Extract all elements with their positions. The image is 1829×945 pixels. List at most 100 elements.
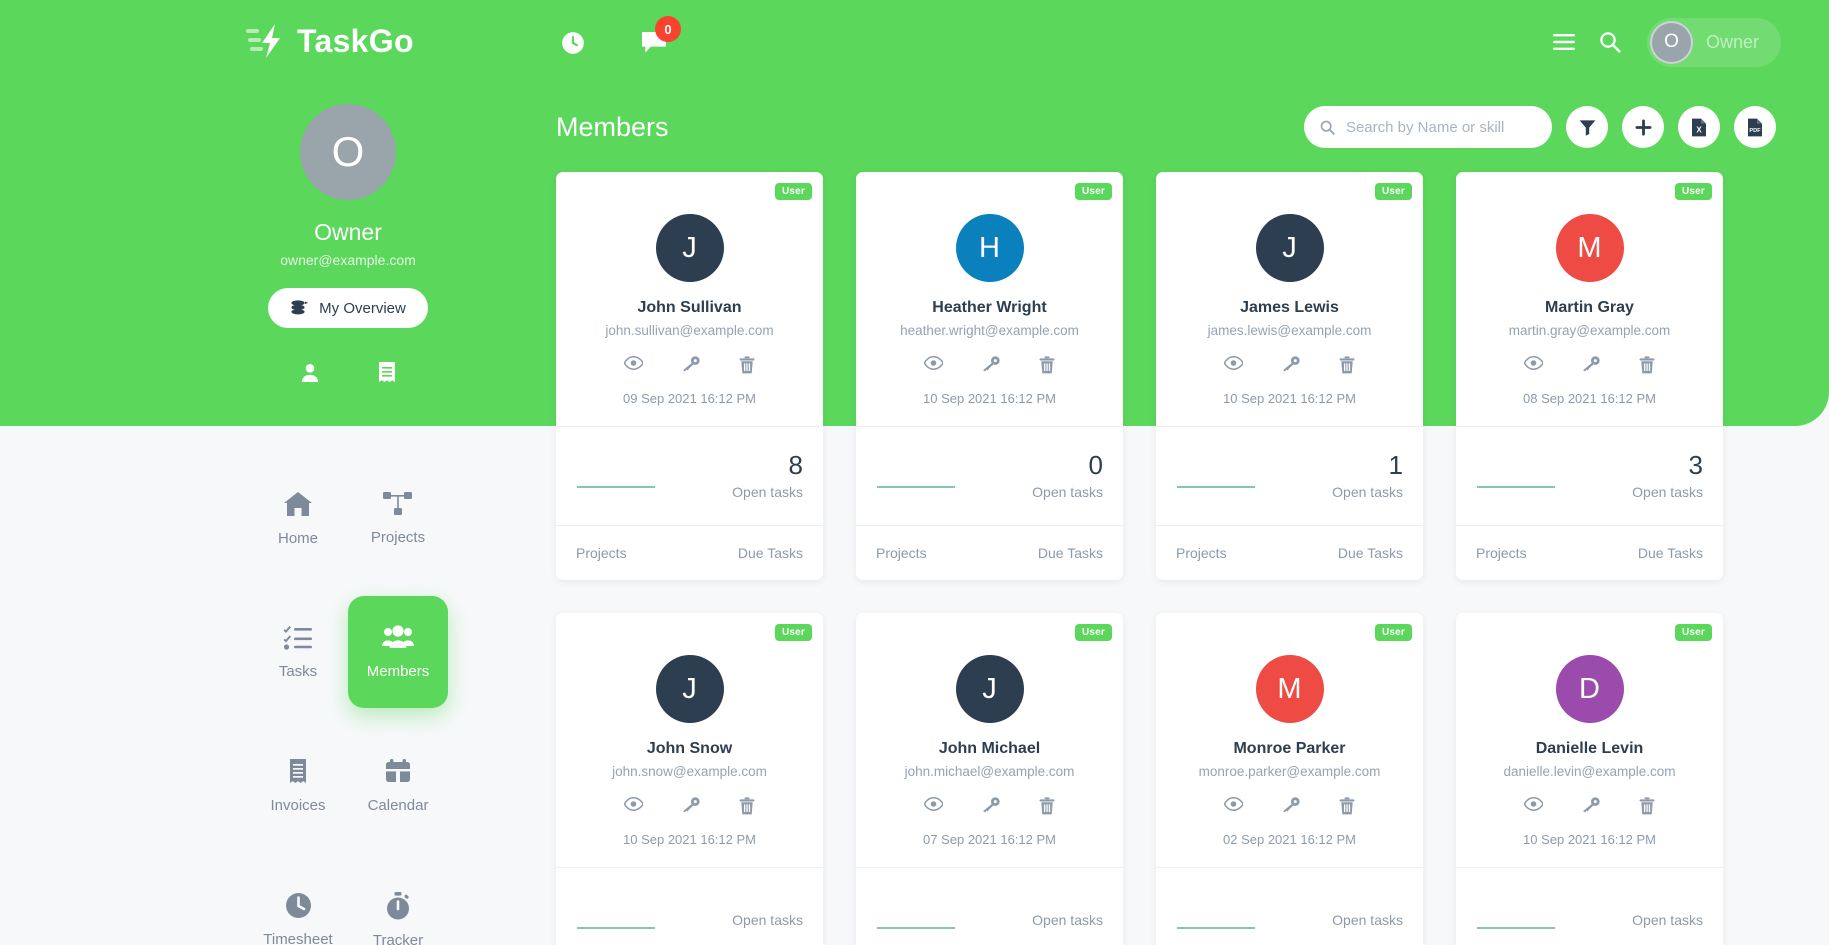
open-tasks-sparkline [876,904,1011,930]
member-card-7[interactable]: User M Monroe Parker monroe.parker@examp… [1156,613,1423,945]
search-icon [1600,32,1621,53]
sidebar-item-label: Invoices [270,797,326,814]
sidebar-item-tasks[interactable]: Tasks [248,596,348,708]
delete-member-button[interactable] [1339,797,1355,815]
delete-member-button[interactable] [1339,356,1355,374]
projects-link[interactable]: Projects [1176,545,1227,561]
member-card-8[interactable]: User D Danielle Levin danielle.levin@exa… [1456,613,1723,945]
search-input[interactable] [1345,118,1536,136]
key-password-icon [683,797,700,813]
topbar: TaskGo 0 O Owner [0,0,1829,84]
sidebar-item-label: Tasks [278,662,318,680]
delete-member-button[interactable] [1639,356,1655,374]
my-overview-button[interactable]: My Overview [268,288,428,328]
delete-member-button[interactable] [1039,797,1055,815]
projects-link[interactable]: Projects [576,545,627,561]
open-tasks-stat: Open tasks [1311,907,1403,928]
avatar[interactable]: M [1255,655,1324,723]
sidebar-item-projects[interactable]: Projects [348,462,448,574]
search-box[interactable] [1304,106,1552,148]
member-card-3[interactable]: User J James Lewis james.lewis@example.c… [1156,172,1423,580]
avatar[interactable]: J [655,214,724,282]
avatar-initial: D [1579,672,1600,705]
change-password-button[interactable] [1282,356,1300,374]
profile-avatar[interactable]: O [300,104,396,200]
due-tasks-link[interactable]: Due Tasks [738,545,803,561]
export-excel-button[interactable]: X [1678,106,1720,148]
sidebar-item-members[interactable]: Members [348,596,448,708]
view-member-button[interactable] [624,797,643,815]
plus-icon [1635,119,1651,135]
view-member-button[interactable] [1524,797,1543,815]
delete-member-button[interactable] [1039,356,1055,374]
topbar-right-actions: O Owner [1541,17,1781,67]
export-pdf-button[interactable]: PDF [1734,106,1776,148]
member-created-date: 02 Sep 2021 16:12 PM [1223,832,1356,847]
member-card-5[interactable]: User J John Snow john.snow@example.com 1… [556,613,823,945]
members-icon [382,624,414,648]
view-member-button[interactable] [1524,356,1543,374]
change-password-button[interactable] [982,356,1000,374]
member-card-2[interactable]: User H Heather Wright heather.wright@exa… [856,172,1123,580]
add-member-button[interactable] [1622,106,1664,148]
view-member-button[interactable] [1224,356,1243,374]
delete-member-button[interactable] [739,356,755,374]
sparkline-chart [1477,927,1555,929]
topbar-search-button[interactable] [1587,19,1633,65]
delete-member-button[interactable] [1639,797,1655,815]
hamburger-menu-button[interactable] [1541,19,1587,65]
member-card-6[interactable]: User J John Michael john.michael@example… [856,613,1123,945]
view-member-button[interactable] [924,356,943,374]
profile-quick-actions [253,361,443,385]
sidebar-item-tracker[interactable]: Tracker [348,864,448,945]
avatar[interactable]: H [955,214,1024,282]
projects-link[interactable]: Projects [1476,545,1527,561]
sparkline-chart [577,927,655,929]
user-chip-avatar-letter: O [1664,31,1679,52]
due-tasks-link[interactable]: Due Tasks [1638,545,1703,561]
change-password-button[interactable] [1582,356,1600,374]
member-stats: Open tasks [856,867,1123,945]
avatar[interactable]: J [655,655,724,723]
member-card-1[interactable]: User J John Sullivan john.sullivan@examp… [556,172,823,580]
member-name: Heather Wright [932,299,1047,316]
change-password-button[interactable] [682,797,700,815]
view-member-button[interactable] [924,797,943,815]
change-password-button[interactable] [982,797,1000,815]
sidebar-item-home[interactable]: Home [248,462,348,574]
user-profile-chip[interactable]: O Owner [1646,17,1781,67]
sparkline-chart [1177,486,1255,488]
invoice-icon [290,759,306,783]
sidebar-item-timesheet[interactable]: Timesheet [248,864,348,945]
delete-member-button[interactable] [739,797,755,815]
change-password-button[interactable] [1282,797,1300,815]
member-card-top: J John Michael john.michael@example.com [856,613,1123,867]
tasks-icon [283,625,312,650]
avatar[interactable]: D [1555,655,1624,723]
sidebar-item-invoices[interactable]: Invoices [248,730,348,842]
due-tasks-link[interactable]: Due Tasks [1338,545,1403,561]
brand-logo[interactable]: TaskGo [246,22,414,60]
open-tasks-label: Open tasks [732,484,803,501]
member-card-top: J John Snow john.snow@example.com 10 Sep… [556,613,823,867]
projects-link[interactable]: Projects [876,545,927,561]
member-card-actions [1156,356,1423,374]
sidebar-item-calendar[interactable]: Calendar [348,730,448,842]
invoice-receipt-icon[interactable] [376,361,398,385]
profile-name: Owner [314,219,382,245]
view-member-button[interactable] [1224,797,1243,815]
filter-button[interactable] [1566,106,1608,148]
avatar[interactable]: J [955,655,1024,723]
open-tasks-stat: 1 Open tasks [1311,451,1403,500]
avatar[interactable]: M [1555,214,1624,282]
avatar[interactable]: J [1255,214,1324,282]
change-password-button[interactable] [1582,797,1600,815]
due-tasks-link[interactable]: Due Tasks [1038,545,1103,561]
sparkline-chart [877,927,955,929]
change-password-button[interactable] [682,356,700,374]
member-card-4[interactable]: User M Martin Gray martin.gray@example.c… [1456,172,1723,580]
sparkline-chart [577,486,655,488]
user-icon[interactable] [298,361,322,385]
clock-icon[interactable] [560,30,586,56]
view-member-button[interactable] [624,356,643,374]
